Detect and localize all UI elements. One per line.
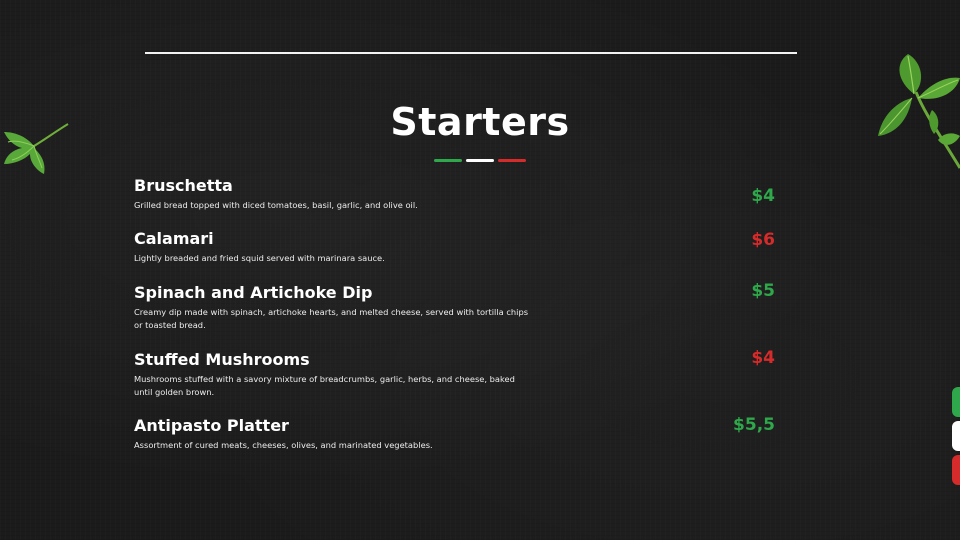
top-divider (145, 52, 797, 54)
item-description: Creamy dip made with spinach, artichoke … (134, 307, 529, 330)
item-name: Stuffed Mushrooms (134, 350, 310, 369)
item-price: $5 (751, 281, 775, 301)
menu-item-antipasto-platter: Antipasto Platter Assortment of cured me… (134, 416, 534, 452)
basil-sprig-icon (878, 54, 960, 169)
red-flag-tab (952, 455, 960, 485)
italian-flag-divider (434, 159, 526, 162)
menu-item-calamari: Calamari Lightly breaded and fried squid… (134, 229, 534, 265)
item-name: Bruschetta (134, 176, 233, 195)
item-price: $6 (751, 230, 775, 250)
parsley-leaf-icon (4, 123, 69, 174)
item-description: Assortment of cured meats, cheeses, oliv… (134, 440, 433, 450)
item-price: $4 (751, 186, 775, 206)
menu-item-stuffed-mushrooms: Stuffed Mushrooms Mushrooms stuffed with… (134, 350, 534, 399)
item-description: Lightly breaded and fried squid served w… (134, 253, 385, 263)
green-flag-tab (952, 387, 960, 417)
item-name: Spinach and Artichoke Dip (134, 283, 373, 302)
item-name: Calamari (134, 229, 214, 248)
item-price: $4 (751, 348, 775, 368)
item-price: $5,5 (733, 415, 775, 435)
menu-item-spinach-artichoke-dip: Spinach and Artichoke Dip Creamy dip mad… (134, 283, 534, 332)
white-flag-tab (952, 421, 960, 451)
item-name: Antipasto Platter (134, 416, 289, 435)
menu-title: Starters (390, 100, 570, 144)
item-description: Mushrooms stuffed with a savory mixture … (134, 374, 515, 397)
item-description: Grilled bread topped with diced tomatoes… (134, 200, 418, 210)
menu-item-bruschetta: Bruschetta Grilled bread topped with dic… (134, 176, 534, 212)
